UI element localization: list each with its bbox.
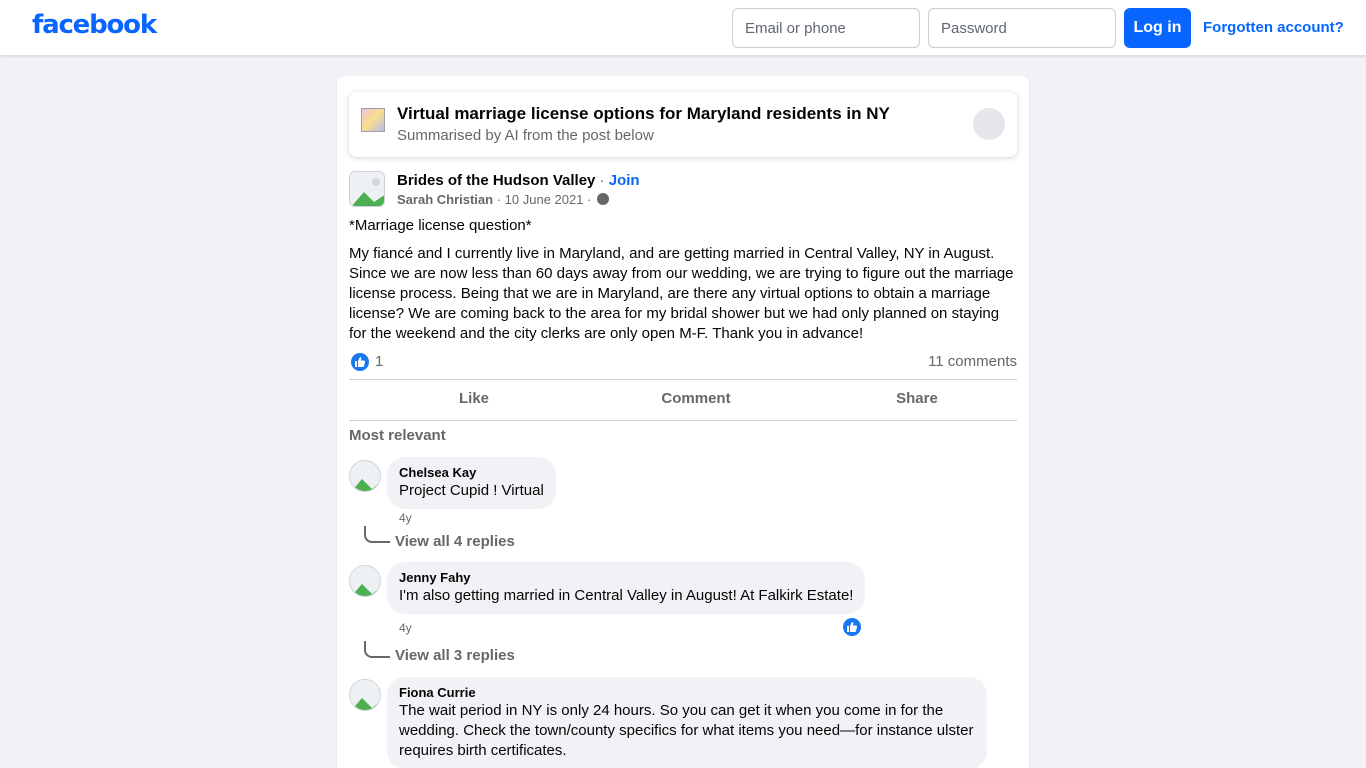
commenter-name[interactable]: Fiona Currie — [399, 685, 975, 701]
post-card: Virtual marriage license options for Mar… — [337, 76, 1029, 768]
reply-connector — [364, 526, 390, 543]
like-reaction-icon[interactable] — [351, 353, 369, 371]
commenter-name[interactable]: Chelsea Kay — [399, 465, 544, 481]
comments-count[interactable]: 11 comments — [928, 353, 1017, 370]
comment-bubble: Jenny Fahy I'm also getting married in C… — [387, 562, 866, 614]
post-body: My fiancé and I currently live in Maryla… — [349, 245, 1014, 342]
post-meta: Sarah Christian · 10 June 2021 · — [397, 192, 610, 207]
author-name[interactable]: Sarah Christian — [397, 192, 493, 207]
forgotten-account-link[interactable]: Forgotten account? — [1203, 19, 1344, 36]
ai-summary-subtitle: Summarised by AI from the post below — [397, 127, 654, 144]
share-button[interactable]: Share — [806, 390, 1028, 412]
post-question: *Marriage license question* — [349, 217, 532, 234]
sort-filter[interactable]: Most relevant — [349, 427, 446, 444]
avatar[interactable] — [349, 460, 381, 492]
globe-icon — [597, 193, 610, 205]
like-button[interactable]: Like — [363, 390, 585, 412]
meta-separator: · — [493, 192, 505, 207]
reply-connector — [364, 641, 390, 658]
login-button[interactable]: Log in — [1124, 8, 1191, 48]
comment-time[interactable]: 4y — [399, 511, 412, 525]
comment-time[interactable]: 4y — [399, 621, 412, 635]
avatar[interactable] — [349, 679, 381, 711]
top-bar: facebook Log in Forgotten account? — [0, 0, 1366, 56]
email-input[interactable] — [732, 8, 920, 48]
meta-separator-2: · — [583, 192, 596, 207]
comment-text: The wait period in NY is only 24 hours. … — [399, 702, 974, 759]
view-replies-link[interactable]: View all 4 replies — [395, 533, 515, 550]
group-name[interactable]: Brides of the Hudson Valley — [397, 172, 595, 189]
comment-text: I'm also getting married in Central Vall… — [399, 587, 854, 604]
divider — [349, 420, 1017, 421]
comment-text: Project Cupid ! Virtual — [399, 482, 544, 499]
view-replies-link[interactable]: View all 3 replies — [395, 647, 515, 664]
ai-summary-title: Virtual marriage license options for Mar… — [397, 104, 890, 123]
join-link[interactable]: Join — [609, 172, 640, 189]
separator-dot: · — [595, 172, 609, 189]
password-input[interactable] — [928, 8, 1116, 48]
more-options-icon[interactable] — [973, 108, 1005, 140]
comment-like-icon[interactable] — [843, 618, 861, 636]
post-date[interactable]: 10 June 2021 — [505, 192, 584, 207]
comment-button[interactable]: Comment — [585, 390, 807, 412]
comment-bubble: Fiona Currie The wait period in NY is on… — [387, 677, 987, 768]
divider — [349, 379, 1017, 380]
ai-summary-box[interactable]: Virtual marriage license options for Mar… — [349, 92, 1017, 157]
facebook-logo[interactable]: facebook — [32, 10, 157, 40]
like-count[interactable]: 1 — [375, 353, 383, 370]
group-avatar[interactable] — [349, 171, 385, 207]
avatar[interactable] — [349, 565, 381, 597]
commenter-name[interactable]: Jenny Fahy — [399, 570, 853, 586]
summary-image-icon — [361, 108, 385, 132]
comment-bubble: Chelsea Kay Project Cupid ! Virtual — [387, 457, 556, 509]
group-header: Brides of the Hudson Valley · Join — [397, 172, 640, 189]
